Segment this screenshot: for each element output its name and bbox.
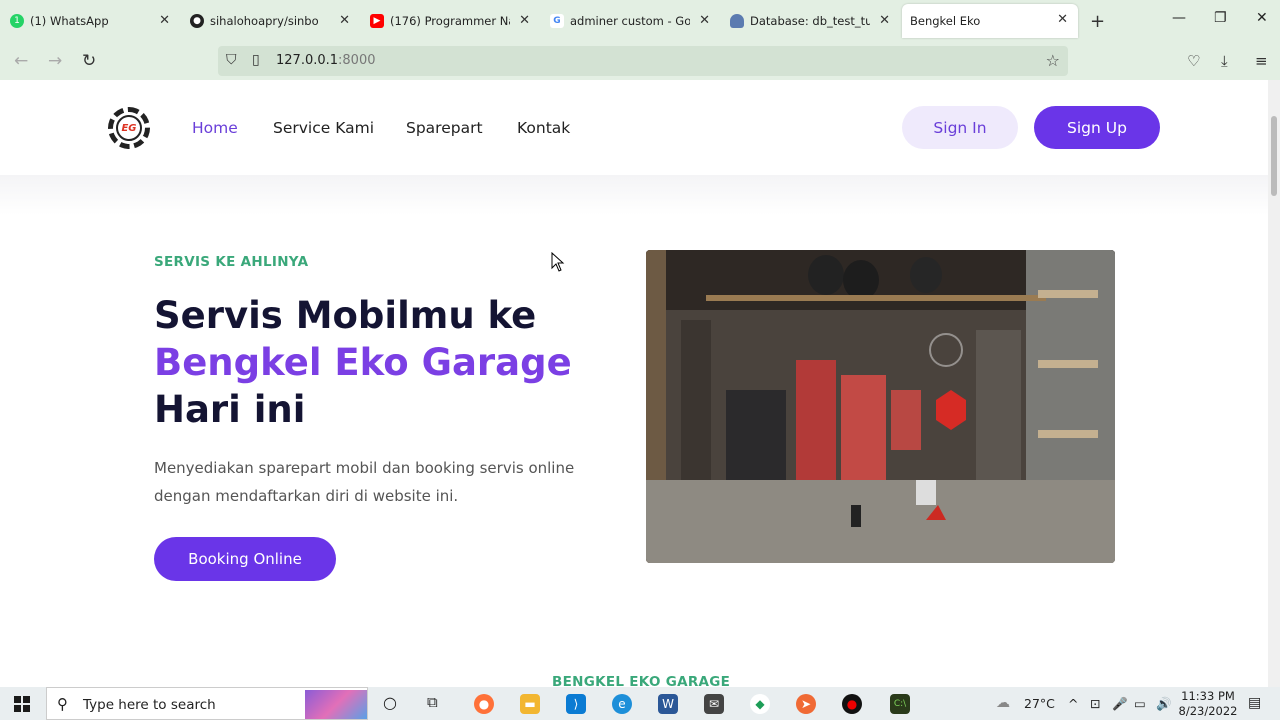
hero-title: Servis Mobilmu ke Bengkel Eko Garage Har… [154,292,634,433]
close-icon[interactable]: ✕ [699,13,710,28]
bookmark-star-icon[interactable]: ☆ [1046,51,1060,70]
sign-up-button[interactable]: Sign Up [1034,106,1160,149]
browser-nav-bar: ← → ↻ ⛉ ▯ 127.0.0.1:8000 ☆ ♡ ⤓ ≡ [0,42,1280,80]
edge-icon[interactable]: e [612,694,632,714]
close-icon[interactable]: ✕ [339,13,350,28]
hero-eyebrow: SERVIS KE AHLINYA [154,254,309,270]
google-icon: G [550,14,564,28]
scroll-thumb[interactable] [1271,116,1277,196]
mail-icon[interactable]: ✉ [704,694,724,714]
youtube-icon: ▶ [370,14,384,28]
close-window-icon[interactable]: ✕ [1256,10,1268,26]
cloud-icon: ☁ [996,695,1010,711]
booking-online-button[interactable]: Booking Online [154,537,336,581]
new-tab-icon[interactable]: + [1090,11,1105,32]
word-icon[interactable]: W [658,694,678,714]
battery-icon[interactable]: ▭ [1134,696,1146,711]
taskbar-search[interactable]: ⚲ Type here to search [46,687,368,720]
hero-title-part2: Hari ini [154,388,306,431]
gear-logo-icon[interactable]: EG [108,107,150,149]
garage-photo [646,250,1115,563]
temperature[interactable]: 27°C [1024,696,1055,711]
reload-icon[interactable]: ↻ [82,51,96,71]
whatsapp-icon: 1 [10,14,24,28]
browser-tab-strip: 1 (1) WhatsApp ✕ ● sihalohoapry/sinbo ✕ … [0,0,1280,42]
nav-kontak[interactable]: Kontak [517,119,570,137]
cortana-icon[interactable]: ○ [383,693,397,712]
green-app-icon[interactable]: ◆ [750,694,770,714]
tab-youtube[interactable]: ▶ (176) Programmer Nangg ✕ [360,0,540,42]
tab-label: Database: db_test_tutor [750,14,870,28]
nav-home[interactable]: Home [192,119,238,137]
close-icon[interactable]: ✕ [519,13,530,28]
restore-icon[interactable]: ❐ [1214,10,1227,26]
windows-start-icon[interactable] [14,696,30,712]
header-shadow [0,175,1268,215]
next-section-title: BENGKEL EKO GARAGE [552,674,731,687]
mouse-cursor-icon [551,252,565,272]
hero-title-part1: Servis Mobilmu ke [154,294,537,337]
search-placeholder: Type here to search [83,697,216,713]
firefox-icon[interactable]: ● [474,694,494,714]
tab-label: sihalohoapry/sinbo [210,14,319,28]
tab-label: adminer custom - Googl [570,14,690,28]
tab-whatsapp[interactable]: 1 (1) WhatsApp ✕ [0,0,180,42]
network-icon[interactable]: ⊡ [1090,696,1100,711]
terminal-icon[interactable]: C:\ [890,694,910,714]
github-icon: ● [190,14,204,28]
clock-date: 8/23/2022 [1178,704,1238,718]
task-view-icon[interactable]: ⧉ [427,693,438,711]
url-text[interactable]: 127.0.0.1:8000 [276,53,376,68]
pocket-icon[interactable]: ♡ [1187,52,1200,70]
page-icon: ▯ [252,52,260,68]
close-icon[interactable]: ✕ [879,13,890,28]
chevron-up-icon[interactable]: ^ [1068,696,1078,711]
nav-sparepart[interactable]: Sparepart [406,119,483,137]
volume-icon[interactable]: 🔊 [1156,696,1172,712]
vscode-icon[interactable]: ⟩ [566,694,586,714]
file-explorer-icon[interactable]: ▬ [520,694,540,714]
clock-time: 11:33 PM [1181,689,1235,703]
forward-icon[interactable]: → [48,51,62,71]
tab-label: (176) Programmer Nangg [390,14,510,28]
logo-text: EG [116,115,142,141]
site-header: EG Home Service Kami Sparepart Kontak Si… [0,80,1268,175]
tab-label: (1) WhatsApp [30,14,109,28]
web-page: EG Home Service Kami Sparepart Kontak Si… [0,80,1268,687]
record-icon[interactable]: ● [842,694,862,714]
tab-github[interactable]: ● sihalohoapry/sinbo ✕ [180,0,360,42]
search-icon: ⚲ [57,695,68,713]
tab-google[interactable]: G adminer custom - Googl ✕ [540,0,720,42]
menu-icon[interactable]: ≡ [1255,52,1268,70]
url-port: :8000 [338,53,376,68]
sign-in-button[interactable]: Sign In [902,106,1018,149]
close-icon[interactable]: ✕ [1057,12,1068,27]
search-highlight-image [305,690,367,719]
windows-taskbar: ⚲ Type here to search ○ ⧉ ● ▬ ⟩ e W ✉ ◆ … [0,687,1280,720]
database-icon [730,14,744,28]
page-scrollbar[interactable] [1268,80,1280,687]
nav-service-kami[interactable]: Service Kami [273,119,374,137]
tab-bengkel-eko[interactable]: Bengkel Eko ✕ [902,4,1078,38]
clock[interactable]: 11:33 PM 8/23/2022 [1176,689,1240,719]
notification-icon[interactable]: ▤ [1248,695,1261,711]
hero-description: Menyediakan sparepart mobil dan booking … [154,459,575,505]
tab-label: Bengkel Eko [910,14,981,28]
download-icon[interactable]: ⤓ [1221,52,1228,70]
close-icon[interactable]: ✕ [159,13,170,28]
postman-icon[interactable]: ➤ [796,694,816,714]
url-bar[interactable]: ⛉ ▯ 127.0.0.1:8000 ☆ [218,46,1068,76]
url-host: 127.0.0.1 [276,53,339,68]
minimize-icon[interactable]: — [1172,10,1186,26]
tab-database[interactable]: Database: db_test_tutor ✕ [720,0,900,42]
shield-icon[interactable]: ⛉ [226,52,237,68]
back-icon[interactable]: ← [14,51,28,71]
hero-title-accent: Bengkel Eko Garage [154,341,572,384]
microphone-icon[interactable]: 🎤 [1112,696,1128,712]
